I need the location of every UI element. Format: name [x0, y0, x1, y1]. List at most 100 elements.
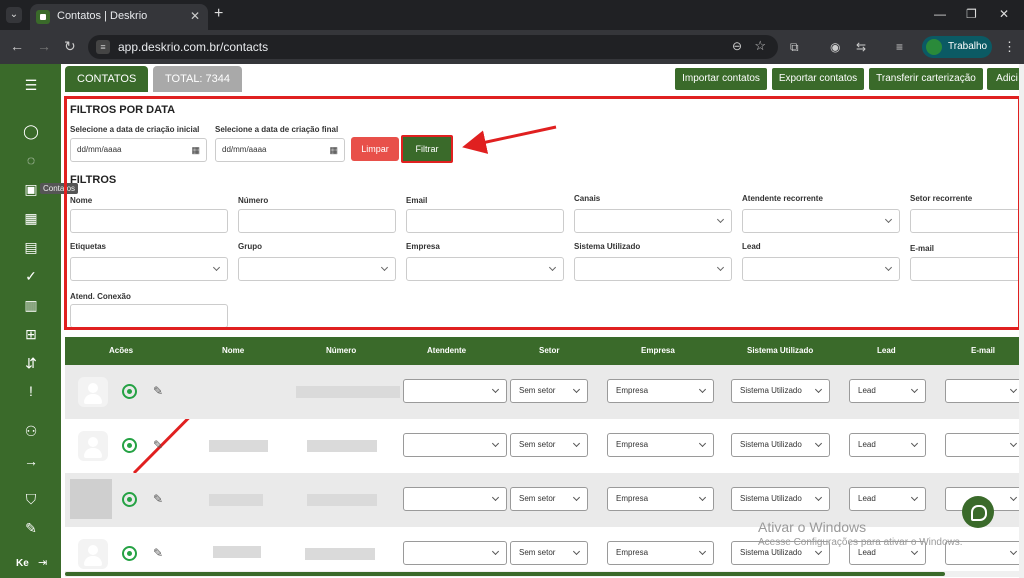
- final-date-input[interactable]: dd/mm/aaaa ▦: [215, 138, 345, 162]
- company-select[interactable]: Empresa: [607, 487, 714, 511]
- bookmark-star-icon[interactable]: ☆: [754, 38, 766, 54]
- agent-select[interactable]: [403, 487, 507, 511]
- edit-pencil-icon[interactable]: ✎: [153, 492, 163, 506]
- alert-message-icon[interactable]: !: [22, 382, 40, 400]
- close-window-icon[interactable]: ✕: [999, 7, 1009, 21]
- clear-button[interactable]: Limpar: [351, 137, 399, 161]
- filter-label-company: Empresa: [406, 242, 440, 251]
- scrollbar-thumb[interactable]: [65, 572, 945, 576]
- company-select[interactable]: Empresa: [607, 379, 714, 403]
- lead-select[interactable]: Lead: [849, 379, 926, 403]
- edit-pencil-icon[interactable]: ✎: [153, 384, 163, 398]
- reading-list-icon[interactable]: ≡: [896, 40, 903, 54]
- number-filter-input[interactable]: [238, 209, 396, 233]
- sector-select[interactable]: Sem setor: [510, 541, 588, 565]
- avatar: [78, 539, 108, 569]
- add-message-icon[interactable]: ⊞: [22, 325, 40, 343]
- export-contacts-button[interactable]: Exportar contatos: [772, 68, 864, 90]
- vertical-scrollbar[interactable]: [1019, 64, 1024, 578]
- logout-icon[interactable]: ⇥: [38, 556, 47, 569]
- profile-button[interactable]: Trabalho: [922, 36, 992, 58]
- edit-pencil-icon[interactable]: ✎: [153, 438, 163, 452]
- whatsapp-icon[interactable]: [122, 438, 137, 453]
- new-tab-icon[interactable]: +: [214, 5, 223, 23]
- calendar-icon[interactable]: ▦: [329, 139, 338, 161]
- company-select[interactable]: [406, 257, 564, 281]
- arrow-right-icon[interactable]: →: [22, 452, 40, 470]
- filter-label-name: Nome: [70, 196, 93, 205]
- kanban-icon[interactable]: ▤: [22, 238, 40, 256]
- calendar-icon[interactable]: ▥: [22, 296, 40, 314]
- agent-select[interactable]: [403, 433, 507, 457]
- extension-icon[interactable]: ⧉: [790, 40, 799, 55]
- transfer-portfolio-button[interactable]: Transferir carterização: [869, 68, 983, 90]
- edit-pencil-icon[interactable]: ✎: [153, 546, 163, 560]
- browser-tab[interactable]: Contatos | Deskrio ✕: [30, 4, 208, 30]
- edit-icon[interactable]: ✎: [22, 519, 40, 537]
- whatsapp-icon[interactable]: [122, 384, 137, 399]
- import-contacts-button[interactable]: Importar contatos: [675, 68, 767, 90]
- email-filter-input[interactable]: [406, 209, 564, 233]
- agent-select[interactable]: [403, 541, 507, 565]
- browser-tab-title: Contatos | Deskrio: [57, 10, 148, 22]
- recurring-sector-input[interactable]: [910, 209, 1018, 233]
- translate-icon[interactable]: ⇆: [856, 40, 866, 54]
- zoom-icon[interactable]: ⊖: [732, 39, 742, 53]
- e-mail-filter-input[interactable]: [910, 257, 1018, 281]
- reload-icon[interactable]: ↻: [64, 39, 76, 53]
- user-icon[interactable]: ◯: [22, 122, 40, 140]
- sector-select[interactable]: Sem setor: [510, 487, 588, 511]
- initial-date-input[interactable]: dd/mm/aaaa ▦: [70, 138, 207, 162]
- name-filter-input[interactable]: [70, 209, 228, 233]
- restore-icon[interactable]: ❐: [966, 7, 977, 21]
- system-select[interactable]: Sistema Utilizado: [731, 379, 830, 403]
- lead-select[interactable]: [742, 257, 900, 281]
- company-select[interactable]: Empresa: [607, 541, 714, 565]
- recurring-agent-select[interactable]: [742, 209, 900, 233]
- chat-bubble-icon[interactable]: [962, 496, 994, 528]
- channels-select[interactable]: [574, 209, 732, 233]
- browser-tab-strip: ⌄ Contatos | Deskrio ✕ + — ❐ ✕: [0, 0, 1024, 30]
- minimize-icon[interactable]: —: [934, 7, 946, 21]
- avatar: [70, 479, 112, 519]
- calendar-icon[interactable]: ▦: [191, 139, 200, 161]
- col-lead: Lead: [877, 346, 896, 355]
- grid-icon[interactable]: ▦: [22, 209, 40, 227]
- system-select[interactable]: Sistema Utilizado: [731, 487, 830, 511]
- filter-button[interactable]: Filtrar: [401, 135, 453, 163]
- horizontal-scrollbar[interactable]: [65, 571, 1019, 577]
- tags-select[interactable]: [70, 257, 228, 281]
- users-icon[interactable]: ⚇: [22, 422, 40, 440]
- group-select[interactable]: [238, 257, 396, 281]
- connection-filter-input[interactable]: [70, 304, 228, 327]
- email-field[interactable]: [945, 433, 1020, 457]
- tab-contacts[interactable]: CONTATOS: [65, 66, 149, 92]
- watermark-line1: Ativar o Windows: [758, 519, 867, 535]
- sector-select[interactable]: Sem setor: [510, 379, 588, 403]
- lead-select[interactable]: Lead: [849, 487, 926, 511]
- back-icon[interactable]: ←: [10, 39, 24, 53]
- menu-icon[interactable]: ☰: [22, 76, 40, 94]
- whatsapp-icon[interactable]: [122, 546, 137, 561]
- agent-select[interactable]: [403, 379, 507, 403]
- lead-select[interactable]: Lead: [849, 433, 926, 457]
- chat-icon[interactable]: ◌: [22, 151, 40, 169]
- browser-menu-icon[interactable]: ⋮: [1003, 39, 1016, 55]
- sector-select[interactable]: Sem setor: [510, 433, 588, 457]
- company-select[interactable]: Empresa: [607, 433, 714, 457]
- incognito-icon[interactable]: ◉: [830, 40, 840, 54]
- whatsapp-icon[interactable]: [122, 492, 137, 507]
- shield-icon[interactable]: ⛉: [22, 490, 40, 508]
- route-icon[interactable]: ⇵: [22, 354, 40, 372]
- site-info-icon[interactable]: ≡: [96, 40, 110, 54]
- tab-search-icon[interactable]: ⌄: [6, 7, 22, 23]
- system-select[interactable]: [574, 257, 732, 281]
- total-badge: TOTAL: 7344: [153, 66, 243, 92]
- system-select[interactable]: Sistema Utilizado: [731, 433, 830, 457]
- email-field[interactable]: [945, 379, 1020, 403]
- forward-icon[interactable]: →: [37, 39, 51, 53]
- address-bar[interactable]: ≡ app.deskrio.com.br/contacts ⊖ ☆: [88, 35, 778, 59]
- close-tab-icon[interactable]: ✕: [190, 9, 200, 23]
- check-circle-icon[interactable]: ✓: [22, 267, 40, 285]
- contact-card-icon[interactable]: ▣: [22, 180, 40, 198]
